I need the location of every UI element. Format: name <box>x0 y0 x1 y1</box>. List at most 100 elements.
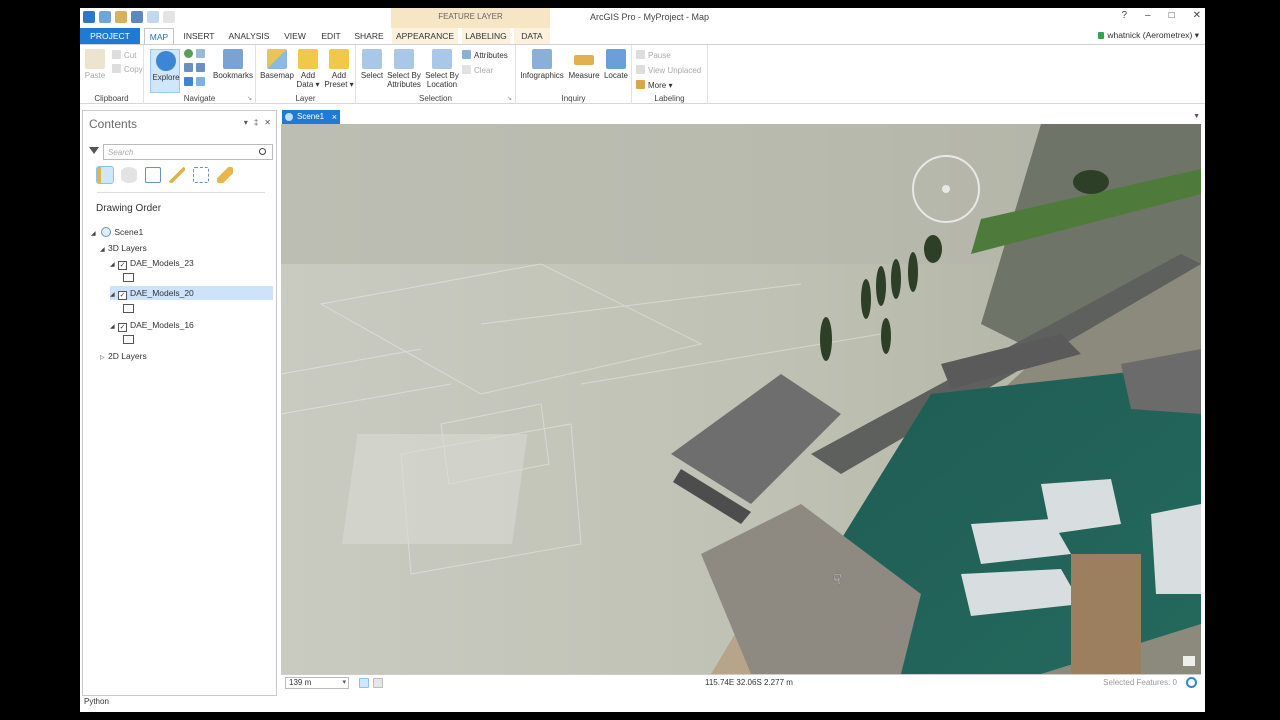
symbol-swatch[interactable] <box>123 273 134 282</box>
scale-dropdown[interactable]: 139 m <box>285 677 349 689</box>
tab-project[interactable]: PROJECT <box>80 28 140 44</box>
drawing-order-icon[interactable] <box>96 166 114 184</box>
expand-icon[interactable]: ◢ <box>91 230 99 237</box>
full-extent-button[interactable] <box>184 49 196 59</box>
user-account[interactable]: whatnick (Aerometrex) ▾ <box>1098 30 1199 41</box>
visibility-checkbox[interactable]: ✓ <box>118 323 127 332</box>
selection-group-label: Selection <box>419 94 452 103</box>
pause-icon <box>636 50 645 59</box>
bookmarks-button[interactable]: Bookmarks <box>212 49 254 80</box>
redo-icon[interactable] <box>163 11 175 23</box>
tab-data[interactable]: DATA <box>514 28 550 44</box>
grid-icon[interactable] <box>359 678 369 688</box>
symbol-swatch[interactable] <box>123 304 134 313</box>
add-preset-label: Add <box>331 71 347 80</box>
locate-button[interactable]: Locate <box>602 49 630 80</box>
tab-share[interactable]: SHARE <box>352 28 386 44</box>
view-menu-icon[interactable]: ▼ <box>1193 113 1200 120</box>
refresh-icon[interactable] <box>1186 677 1197 688</box>
zoom-selected-button[interactable] <box>196 49 208 59</box>
help-button[interactable]: ? <box>1121 10 1127 21</box>
layer-row[interactable]: ◢ ✓ DAE_Models_23 <box>110 258 270 270</box>
more-labeling-button[interactable]: More ▾ <box>636 80 672 90</box>
close-button[interactable]: ✕ <box>1193 10 1201 21</box>
2d-layers-node[interactable]: ▷ 2D Layers <box>100 351 147 361</box>
snapping-toggle-icon[interactable] <box>373 678 383 688</box>
explore-button[interactable]: Explore <box>152 51 180 82</box>
layer-label: DAE_Models_16 <box>130 320 194 330</box>
scene-view-tab[interactable]: Scene1 × <box>282 110 340 124</box>
add-preset-button[interactable]: Add Preset ▾ <box>324 49 354 89</box>
app-icon[interactable] <box>83 11 95 23</box>
dialog-launcher-icon[interactable]: ↘ <box>507 95 512 102</box>
editing-icon[interactable] <box>169 167 185 183</box>
pause-labeling-button[interactable]: Pause <box>636 50 671 60</box>
symbol-swatch[interactable] <box>123 335 134 344</box>
pin-icon[interactable]: ‡ <box>254 118 258 127</box>
dialog-launcher-icon[interactable]: ↘ <box>247 95 252 102</box>
search-input[interactable]: Search <box>103 144 273 160</box>
add-data-button[interactable]: Add Data ▾ <box>296 49 320 89</box>
clear-selection-button[interactable]: Clear <box>462 65 493 75</box>
basemap-button[interactable]: Basemap <box>260 49 294 80</box>
open-project-icon[interactable] <box>115 11 127 23</box>
inquiry-group-label: Inquiry <box>561 94 586 103</box>
close-tab-icon[interactable]: × <box>332 110 337 124</box>
collapse-icon[interactable]: ▷ <box>100 354 108 361</box>
expand-icon[interactable]: ◢ <box>110 261 118 268</box>
selection-icon[interactable] <box>145 167 161 183</box>
labeling-icon[interactable] <box>217 167 233 183</box>
copy-button[interactable]: Copy <box>112 64 143 74</box>
add-preset-icon <box>329 49 349 69</box>
scene-node[interactable]: ◢ Scene1 <box>91 227 143 237</box>
pane-options-icon[interactable]: ▾ <box>244 118 248 127</box>
minimize-button[interactable]: – <box>1145 10 1151 21</box>
undo-icon[interactable] <box>147 11 159 23</box>
search-icon[interactable] <box>259 148 266 155</box>
tab-map[interactable]: MAP <box>144 28 174 44</box>
cut-button[interactable]: Cut <box>112 50 136 60</box>
expand-icon[interactable]: ◢ <box>110 288 118 302</box>
view-unplaced-button[interactable]: View Unplaced <box>636 65 701 75</box>
tab-labeling[interactable]: LABELING <box>462 28 510 44</box>
tab-appearance[interactable]: APPEARANCE <box>392 28 458 44</box>
snapping-icon[interactable] <box>193 167 209 183</box>
tab-analysis[interactable]: ANALYSIS <box>226 28 272 44</box>
tab-edit[interactable]: EDIT <box>316 28 346 44</box>
add-preset-label-2: Preset ▾ <box>324 80 354 89</box>
filter-icon[interactable] <box>89 147 99 154</box>
select-by-attributes-button[interactable]: Select By Attributes <box>386 49 422 89</box>
maximize-button[interactable]: □ <box>1169 10 1175 21</box>
scene-imagery[interactable] <box>281 124 1201 674</box>
layer-row[interactable]: ◢ ✓ DAE_Models_16 <box>110 320 270 332</box>
tab-view[interactable]: VIEW <box>280 28 310 44</box>
next-extent-button[interactable] <box>196 77 208 87</box>
scene-view[interactable]: ☟ <box>281 124 1201 674</box>
contents-title: Contents <box>89 117 138 131</box>
save-project-icon[interactable] <box>131 11 143 23</box>
visibility-checkbox[interactable]: ✓ <box>118 261 127 270</box>
expand-icon[interactable]: ◢ <box>110 323 118 330</box>
visibility-checkbox[interactable]: ✓ <box>118 291 127 300</box>
expand-icon[interactable]: ◢ <box>100 246 108 253</box>
previous-extent-button[interactable] <box>184 77 196 87</box>
paste-button[interactable]: Paste <box>84 49 106 80</box>
3d-layers-node[interactable]: ◢ 3D Layers <box>100 243 147 253</box>
fixed-zoom-out-button[interactable] <box>196 63 208 73</box>
status-bar: 139 m 115.74E 32.06S 2.277 m Selected Fe… <box>281 674 1201 690</box>
measure-button[interactable]: Measure <box>568 49 600 80</box>
select-button[interactable]: Select <box>360 49 384 80</box>
select-by-location-button[interactable]: Select By Location <box>424 49 460 89</box>
python-window-tab[interactable]: Python <box>84 697 109 706</box>
close-icon[interactable]: ✕ <box>264 118 271 127</box>
scale-value: 139 m <box>289 678 312 687</box>
data-source-icon[interactable] <box>121 167 137 183</box>
attributes-button[interactable]: Attributes <box>462 50 508 60</box>
fixed-zoom-button[interactable] <box>184 63 196 73</box>
new-project-icon[interactable] <box>99 11 111 23</box>
tab-insert[interactable]: INSERT <box>180 28 218 44</box>
infographics-button[interactable]: Infographics <box>518 49 566 80</box>
layer-row-selected[interactable]: ◢ ✓ DAE_Models_20 <box>110 286 273 300</box>
layer-group-label: Layer <box>295 94 316 103</box>
select-label: Select <box>360 71 384 80</box>
